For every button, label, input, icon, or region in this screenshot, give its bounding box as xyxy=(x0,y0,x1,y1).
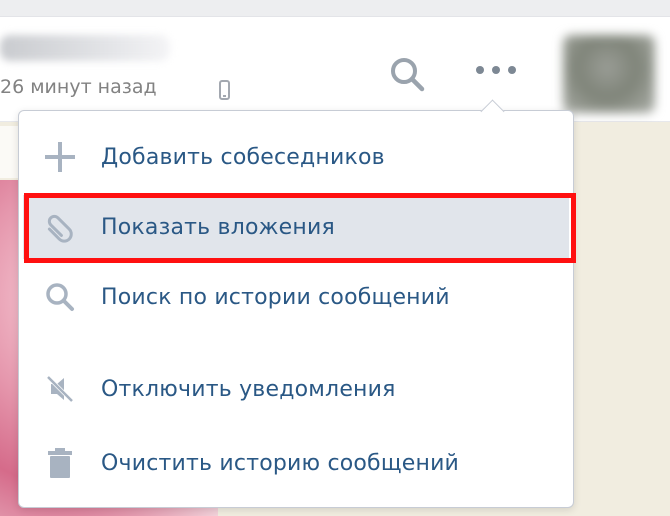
top-bar xyxy=(0,0,670,17)
menu-item-add-participants[interactable]: Добавить собеседников xyxy=(23,125,569,189)
actions-dropdown-menu: Добавить собеседников Показать вложения … xyxy=(18,110,574,508)
last-seen-text: 26 минут назад xyxy=(0,76,157,98)
menu-item-disable-notifications[interactable]: Отключить уведомления xyxy=(23,357,569,421)
avatar[interactable] xyxy=(563,35,655,113)
screenshot: 26 минут назад Добавить собеседников Пок… xyxy=(0,0,670,516)
trash-icon xyxy=(41,444,79,482)
mute-bell-icon xyxy=(41,370,79,408)
menu-item-search-history[interactable]: Поиск по истории сообщений xyxy=(23,265,569,329)
contact-name-blurred[interactable] xyxy=(0,35,170,61)
header-search-icon[interactable] xyxy=(387,54,427,94)
menu-item-label: Очистить историю сообщений xyxy=(101,450,460,476)
search-icon xyxy=(41,278,79,316)
last-seen-status: 26 минут назад xyxy=(0,76,157,98)
menu-item-clear-history[interactable]: Очистить историю сообщений xyxy=(23,431,569,495)
menu-item-label: Поиск по истории сообщений xyxy=(101,284,450,310)
phone-icon xyxy=(219,80,230,100)
plus-icon xyxy=(41,138,79,176)
menu-item-label: Добавить собеседников xyxy=(101,144,385,170)
more-dots-icon[interactable] xyxy=(472,60,520,80)
menu-item-label: Отключить уведомления xyxy=(101,376,396,402)
annotation-highlight xyxy=(24,193,576,263)
